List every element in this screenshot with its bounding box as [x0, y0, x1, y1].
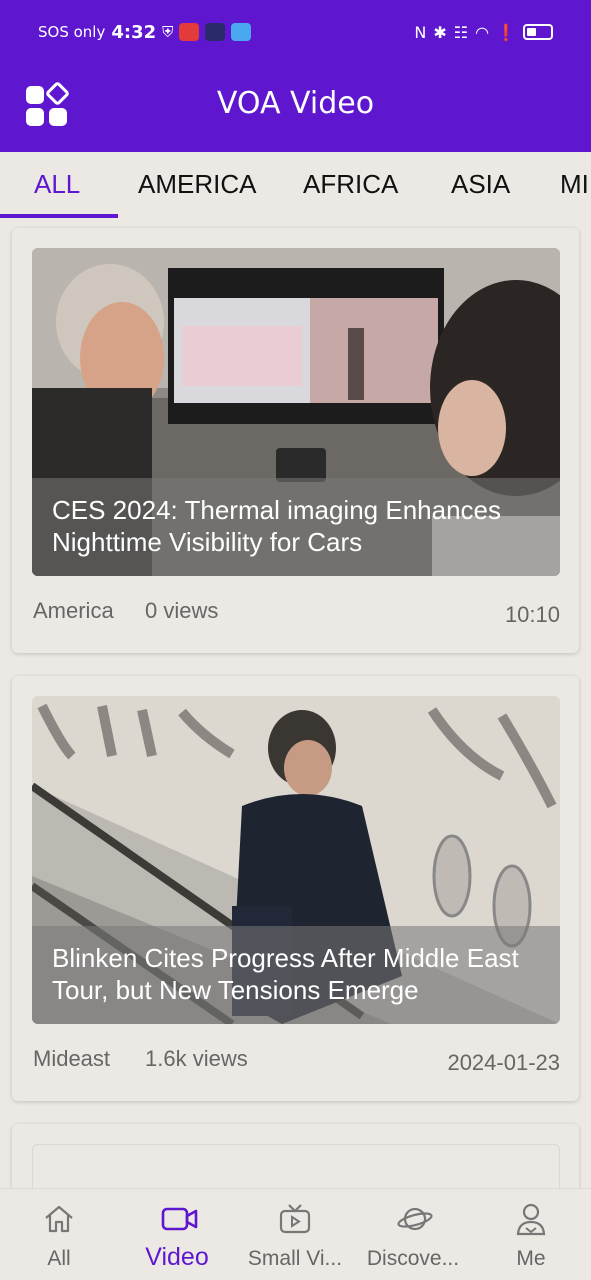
video-title: Blinken Cites Progress After Middle East…: [52, 943, 519, 1005]
status-bar: SOS only 4:32 ⛨ N ✱ ☷ ◠ ❗: [0, 0, 591, 64]
nav-me[interactable]: Me: [472, 1189, 590, 1280]
app-bar: VOA Video: [0, 64, 591, 152]
nav-discover[interactable]: Discove...: [354, 1189, 472, 1280]
news-app-icon: [179, 23, 200, 41]
nav-small-video[interactable]: Small Vi...: [236, 1189, 354, 1280]
title-overlay: CES 2024: Thermal imaging Enhances Night…: [32, 478, 560, 576]
video-duration: 10:10: [504, 602, 560, 627]
user-icon: [516, 1203, 546, 1236]
category-label: Mideast: [33, 1046, 111, 1071]
tab-america[interactable]: AMERICA: [138, 169, 256, 200]
vibrate-icon: ☷: [453, 22, 469, 42]
video-camera-icon: [161, 1207, 198, 1231]
nav-label: Me: [516, 1247, 546, 1270]
alert-icon: ❗: [496, 22, 516, 42]
video-card[interactable]: CES 2024: Thermal imaging Enhances Night…: [12, 228, 579, 653]
tab-all[interactable]: ALL: [34, 169, 80, 200]
view-count: 1.6k views: [145, 1046, 248, 1071]
title-overlay: Blinken Cites Progress After Middle East…: [32, 926, 560, 1024]
video-thumbnail[interactable]: CES 2024: Thermal imaging Enhances Night…: [32, 248, 560, 576]
bottom-navigation: All Video Small Vi... Discove... Me: [0, 1188, 591, 1280]
tab-mideast[interactable]: MI: [560, 169, 589, 200]
tab-africa[interactable]: AFRICA: [303, 169, 398, 200]
tv-icon: [279, 1204, 311, 1234]
video-card[interactable]: Blinken Cites Progress After Middle East…: [12, 676, 579, 1101]
nfc-icon: N: [414, 22, 427, 42]
view-count: 0 views: [145, 598, 219, 623]
app-title: VOA Video: [216, 86, 375, 121]
clock: 4:32: [111, 21, 157, 43]
wifi-icon: ◠: [475, 22, 490, 42]
video-thumbnail[interactable]: Blinken Cites Progress After Middle East…: [32, 696, 560, 1024]
video-title: CES 2024: Thermal imaging Enhances Night…: [52, 495, 501, 557]
planet-icon: [397, 1207, 433, 1231]
nav-label: Video: [145, 1243, 209, 1271]
home-icon: [45, 1205, 73, 1233]
category-label: America: [33, 598, 114, 623]
nav-label: Small Vi...: [247, 1247, 343, 1270]
nav-video[interactable]: Video: [118, 1189, 236, 1280]
nav-label: All: [47, 1247, 71, 1270]
shield-icon: ⛨: [162, 23, 174, 41]
carrier-text: SOS only: [38, 23, 106, 41]
category-tabs: ALL AMERICA AFRICA ASIA MI: [0, 152, 591, 218]
tab-asia[interactable]: ASIA: [451, 169, 510, 200]
publish-date: 2024-01-23: [447, 1050, 560, 1075]
nav-label: Discove...: [366, 1247, 460, 1270]
active-tab-indicator: [0, 214, 118, 218]
bluetooth-icon: ✱: [433, 22, 447, 42]
nav-all[interactable]: All: [0, 1189, 118, 1280]
game-app-icon: [205, 23, 226, 41]
chat-app-icon: [231, 23, 252, 41]
battery-icon: [523, 24, 553, 40]
